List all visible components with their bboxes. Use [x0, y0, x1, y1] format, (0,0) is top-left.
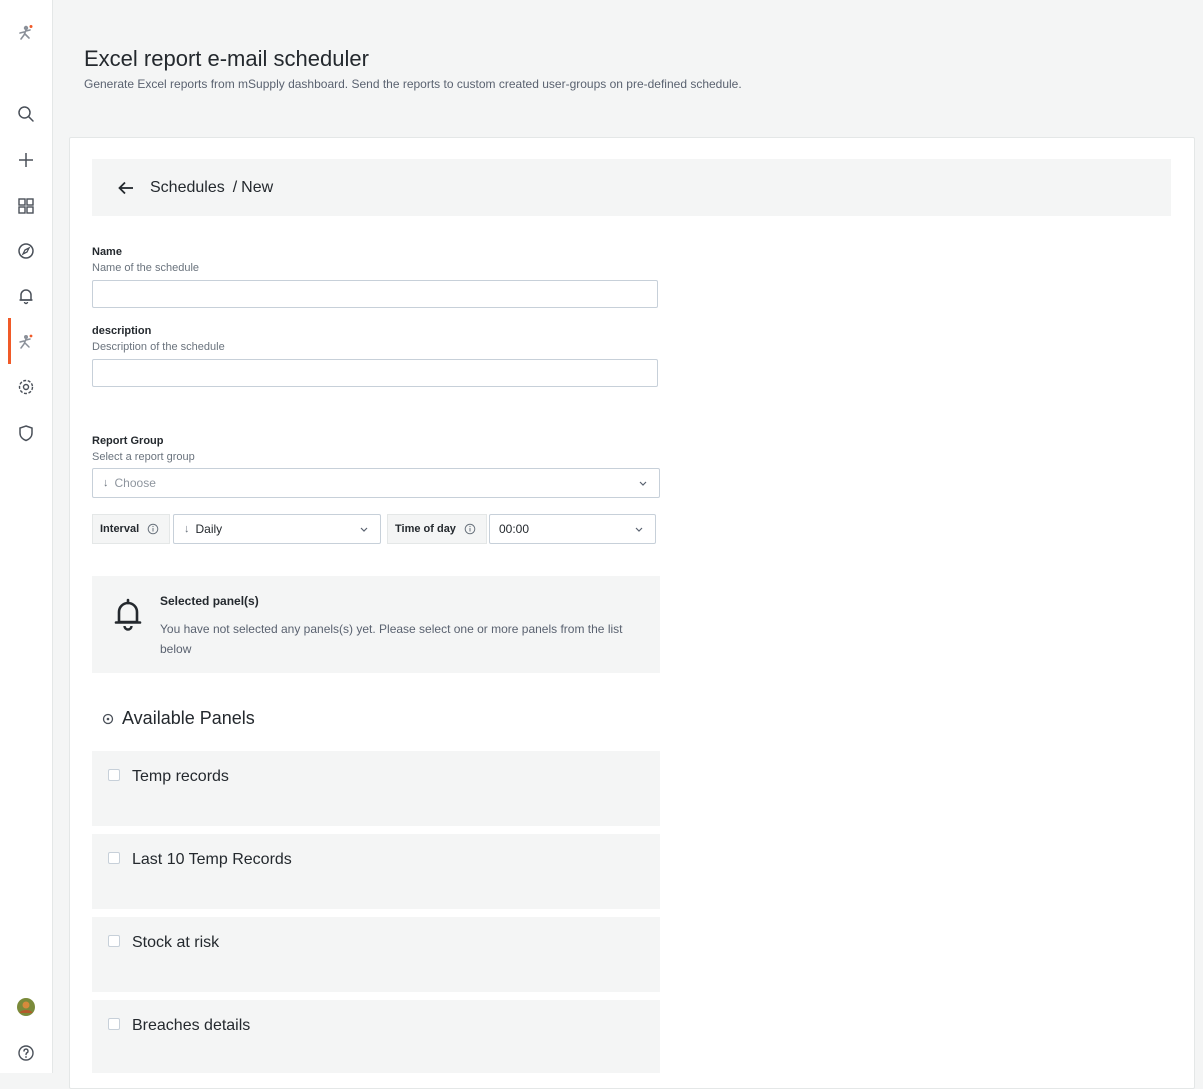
- interval-select[interactable]: ↓ Daily: [173, 514, 381, 544]
- name-label: Name: [92, 246, 122, 258]
- help-icon[interactable]: [0, 1038, 52, 1068]
- description-input[interactable]: [92, 359, 658, 387]
- msupply-app-icon[interactable]: [0, 327, 52, 357]
- breadcrumb-current: New: [241, 178, 274, 196]
- dashboards-icon[interactable]: [0, 191, 52, 221]
- info-icon[interactable]: [147, 523, 159, 535]
- report-group-placeholder: Choose: [114, 476, 156, 490]
- panel-label: Temp records: [132, 768, 229, 785]
- info-icon[interactable]: [464, 523, 476, 535]
- select-arrow-icon: ↓: [103, 477, 109, 489]
- selected-panels-notice: Selected panel(s) You have not selected …: [92, 576, 660, 673]
- page-title: Excel report e-mail scheduler: [84, 46, 369, 71]
- page-subtitle: Generate Excel reports from mSupply dash…: [84, 77, 742, 91]
- available-panels-heading: Available Panels: [102, 708, 255, 729]
- panel-label: Breaches details: [132, 1017, 251, 1034]
- bell-icon: [114, 598, 142, 631]
- description-label: description: [92, 325, 152, 337]
- explore-icon[interactable]: [0, 236, 52, 266]
- selected-panels-title: Selected panel(s): [160, 594, 259, 608]
- name-description: Name of the schedule: [92, 262, 200, 274]
- interval-label-box: Interval: [92, 514, 170, 544]
- selected-panels-message: You have not selected any panels(s) yet.…: [160, 622, 623, 656]
- bell-icon[interactable]: [0, 281, 52, 311]
- interval-value: Daily: [195, 522, 223, 536]
- panel-checkbox[interactable]: [108, 1018, 120, 1030]
- panel-label: Last 10 Temp Records: [132, 851, 292, 868]
- time-label: Time of day: [395, 523, 456, 535]
- panel-label: Stock at risk: [132, 934, 220, 951]
- panel-row[interactable]: Stock at risk: [92, 917, 660, 992]
- panel-row[interactable]: Last 10 Temp Records: [92, 834, 660, 909]
- plus-icon[interactable]: [0, 145, 52, 175]
- avatar[interactable]: [0, 992, 52, 1022]
- chevron-down-icon: [635, 527, 643, 532]
- description-description: Description of the schedule: [92, 341, 225, 353]
- time-of-day-select[interactable]: 00:00: [489, 514, 656, 544]
- sidebar: [0, 0, 53, 1073]
- interval-label: Interval: [100, 523, 140, 535]
- report-group-description: Select a report group: [92, 451, 195, 463]
- panel-row[interactable]: Breaches details: [92, 1000, 660, 1073]
- back-arrow-icon[interactable]: [114, 176, 138, 200]
- time-label-box: Time of day: [387, 514, 487, 544]
- panel-row[interactable]: Temp records: [92, 751, 660, 826]
- select-arrow-icon: ↓: [184, 523, 190, 535]
- circle-icon: [102, 713, 114, 724]
- shield-icon[interactable]: [0, 418, 52, 448]
- panel-checkbox[interactable]: [108, 852, 120, 864]
- search-icon[interactable]: [0, 99, 52, 129]
- report-group-label: Report Group: [92, 435, 164, 447]
- name-input[interactable]: [92, 280, 658, 308]
- chevron-down-icon: [639, 481, 647, 486]
- chevron-down-icon: [360, 527, 368, 532]
- report-group-select[interactable]: ↓ Choose: [92, 468, 660, 498]
- panel-checkbox[interactable]: [108, 769, 120, 781]
- breadcrumb-separator: /: [232, 178, 238, 196]
- time-value: 00:00: [499, 522, 530, 536]
- msupply-logo-icon[interactable]: [0, 18, 52, 48]
- breadcrumb: Schedules / New: [92, 159, 1171, 216]
- gear-icon[interactable]: [0, 372, 52, 402]
- panel-checkbox[interactable]: [108, 935, 120, 947]
- available-panels-title: Available Panels: [122, 708, 255, 728]
- breadcrumb-schedules-link[interactable]: Schedules: [150, 179, 225, 197]
